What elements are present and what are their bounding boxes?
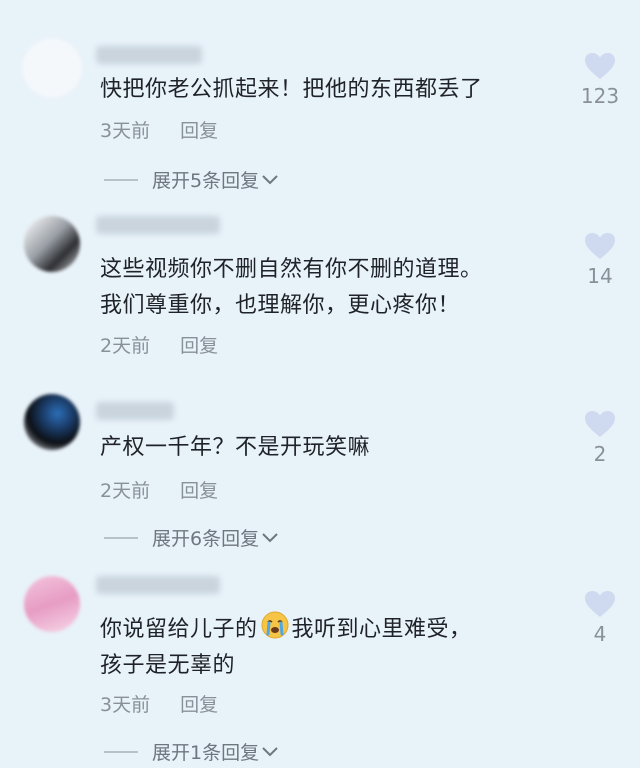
- divider-dash: [104, 536, 138, 539]
- reply-button[interactable]: 回复: [180, 116, 218, 143]
- avatar[interactable]: [24, 576, 80, 632]
- like-button[interactable]: 2: [578, 410, 622, 466]
- expand-replies-button[interactable]: 展开1条回复: [104, 738, 279, 765]
- like-button[interactable]: 14: [578, 232, 622, 288]
- expand-replies-label: 展开1条回复: [152, 742, 260, 764]
- comment-text-part: 你说留给儿子的: [100, 617, 258, 642]
- chevron-down-icon: [262, 174, 278, 184]
- comment-text: 你说留给儿子的 我听到心里难受， 孩子是无辜的: [100, 610, 560, 684]
- like-button[interactable]: 123: [578, 52, 622, 108]
- avatar[interactable]: [24, 394, 80, 450]
- avatar[interactable]: [24, 40, 80, 96]
- avatar[interactable]: [24, 216, 80, 272]
- comment-meta: 3天前 回复: [100, 116, 218, 143]
- like-button[interactable]: 4: [578, 590, 622, 646]
- expand-replies-button[interactable]: 展开6条回复: [104, 524, 279, 551]
- reply-button[interactable]: 回复: [180, 690, 218, 717]
- comment-meta: 2天前 回复: [100, 476, 218, 503]
- divider-dash: [104, 178, 138, 181]
- chevron-down-icon: [262, 746, 278, 756]
- comment-text-line: 孩子是无辜的: [100, 653, 236, 678]
- expand-replies-label: 展开6条回复: [152, 528, 260, 550]
- comment-text: 快把你老公抓起来！把他的东西都丢了: [100, 77, 483, 102]
- heart-icon: [585, 233, 615, 259]
- heart-icon: [585, 591, 615, 617]
- like-count: 2: [593, 442, 607, 466]
- reply-button[interactable]: 回复: [180, 476, 218, 503]
- comment-text-line: 你说留给儿子的 我听到心里难受，: [100, 610, 560, 648]
- comment-meta: 2天前 回复: [100, 331, 218, 358]
- comment-text-line: 我们尊重你，也理解你，更心疼你！: [100, 293, 461, 318]
- divider-dash: [104, 750, 138, 753]
- crying-face-icon: [261, 611, 289, 639]
- comment-time: 2天前: [100, 335, 151, 357]
- comment-time: 3天前: [100, 694, 151, 716]
- chevron-down-icon: [262, 532, 278, 542]
- reply-button[interactable]: 回复: [180, 331, 218, 358]
- comment-time: 3天前: [100, 120, 151, 142]
- expand-replies-button[interactable]: 展开5条回复: [104, 166, 279, 193]
- like-count: 4: [593, 622, 607, 646]
- username-redacted[interactable]: [96, 46, 202, 64]
- comment-meta: 3天前 回复: [100, 690, 218, 717]
- comment-text: 这些视频你不删自然有你不删的道理。 我们尊重你，也理解你，更心疼你！: [100, 252, 560, 324]
- username-redacted[interactable]: [96, 576, 220, 594]
- comment-text-part: 我听到心里难受，: [291, 617, 472, 642]
- like-count: 123: [580, 84, 620, 108]
- username-redacted[interactable]: [96, 402, 174, 420]
- comment-time: 2天前: [100, 480, 151, 502]
- heart-icon: [585, 411, 615, 437]
- expand-replies-label: 展开5条回复: [152, 170, 260, 192]
- comment-text: 产权一千年？不是开玩笑嘛: [100, 435, 371, 460]
- like-count: 14: [587, 264, 613, 288]
- username-redacted[interactable]: [96, 216, 220, 234]
- comment-text-line: 这些视频你不删自然有你不删的道理。: [100, 257, 483, 282]
- heart-icon: [585, 53, 615, 79]
